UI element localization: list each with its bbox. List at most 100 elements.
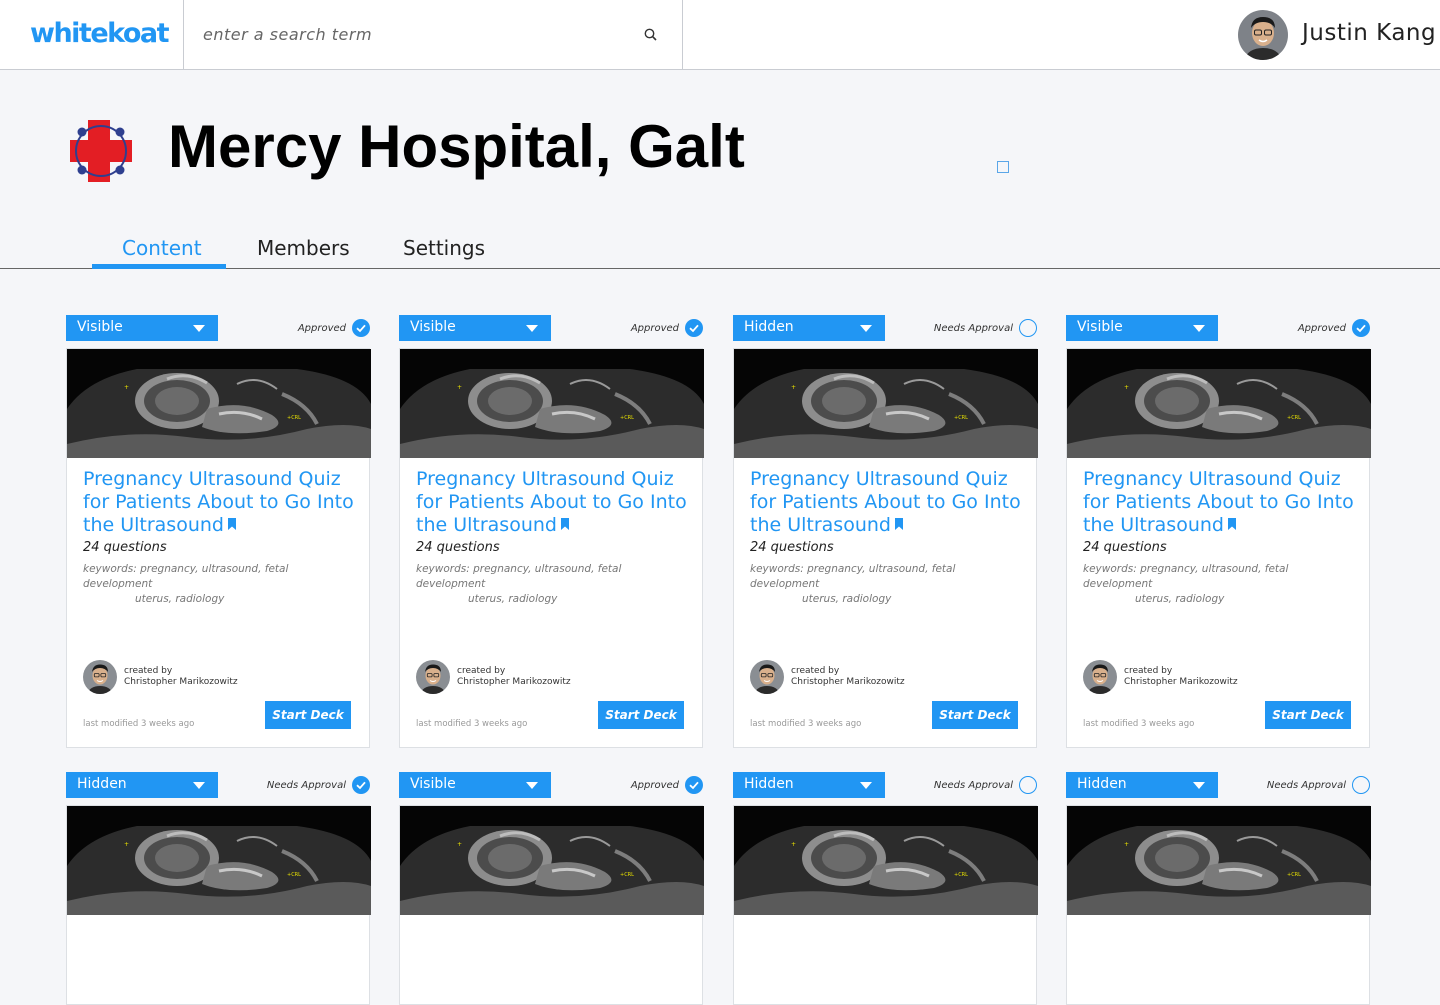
chevron-down-icon bbox=[860, 782, 872, 789]
card-title[interactable]: Pregnancy Ultrasound Quiz for Patients A… bbox=[1083, 468, 1363, 537]
start-deck-button[interactable]: Start Deck bbox=[932, 701, 1018, 729]
check-circle-icon[interactable] bbox=[685, 319, 703, 337]
card-body[interactable]: + +CRL bbox=[66, 805, 371, 1005]
visibility-value: Visible bbox=[1077, 319, 1123, 335]
visibility-value: Hidden bbox=[744, 776, 794, 792]
chevron-down-icon bbox=[1193, 782, 1205, 789]
ultrasound-thumbnail[interactable]: + +CRL bbox=[734, 349, 1038, 458]
visibility-dropdown[interactable]: Hidden bbox=[733, 315, 885, 341]
approval-status[interactable]: Needs Approval bbox=[1267, 775, 1370, 795]
creator-name[interactable]: Christopher Marikozowitz bbox=[791, 677, 905, 687]
tab-settings[interactable]: Settings bbox=[403, 236, 485, 260]
ultrasound-thumbnail[interactable]: + +CRL bbox=[400, 806, 704, 915]
visibility-dropdown[interactable]: Visible bbox=[1066, 315, 1218, 341]
card-body[interactable]: + +CRL Pregnancy Ultrasound Quiz for Pat… bbox=[66, 348, 371, 748]
creator-avatar[interactable] bbox=[416, 660, 450, 694]
card-body[interactable]: + +CRL bbox=[733, 805, 1038, 1005]
creator-name[interactable]: Christopher Marikozowitz bbox=[1124, 677, 1238, 687]
bookmark-icon[interactable] bbox=[227, 518, 236, 530]
start-deck-button[interactable]: Start Deck bbox=[1265, 701, 1351, 729]
approval-status[interactable]: Approved bbox=[298, 318, 370, 338]
check-circle-icon[interactable] bbox=[352, 776, 370, 794]
square-checkbox[interactable] bbox=[997, 161, 1009, 173]
approval-label: Approved bbox=[630, 322, 679, 334]
creator-name[interactable]: Christopher Marikozowitz bbox=[457, 677, 571, 687]
check-circle-icon[interactable] bbox=[685, 776, 703, 794]
whitekoat-logo[interactable]: whitekoat bbox=[30, 18, 170, 49]
check-circle-icon[interactable] bbox=[1352, 319, 1370, 337]
svg-text:+CRL: +CRL bbox=[287, 872, 301, 878]
visibility-dropdown[interactable]: Visible bbox=[66, 315, 218, 341]
start-deck-button[interactable]: Start Deck bbox=[598, 701, 684, 729]
created-by-label: created by bbox=[124, 666, 173, 676]
card-body[interactable]: + +CRL bbox=[1066, 805, 1371, 1005]
card-title[interactable]: Pregnancy Ultrasound Quiz for Patients A… bbox=[416, 468, 696, 537]
search-icon[interactable] bbox=[640, 24, 662, 46]
card-title-text[interactable]: Pregnancy Ultrasound Quiz for Patients A… bbox=[750, 468, 1021, 536]
start-deck-button[interactable]: Start Deck bbox=[265, 701, 351, 729]
ultrasound-thumbnail[interactable]: + +CRL bbox=[1067, 806, 1371, 915]
creator-avatar[interactable] bbox=[1083, 660, 1117, 694]
svg-text:+: + bbox=[791, 841, 796, 848]
bookmark-icon[interactable] bbox=[894, 518, 903, 530]
card-title-text[interactable]: Pregnancy Ultrasound Quiz for Patients A… bbox=[83, 468, 354, 536]
check-circle-icon[interactable] bbox=[352, 319, 370, 337]
approval-status[interactable]: Needs Approval bbox=[934, 775, 1037, 795]
visibility-value: Visible bbox=[410, 776, 456, 792]
keywords-line: uterus, radiology bbox=[1135, 593, 1225, 605]
visibility-value: Hidden bbox=[1077, 776, 1127, 792]
creator-name[interactable]: Christopher Marikozowitz bbox=[124, 677, 238, 687]
chevron-down-icon bbox=[193, 782, 205, 789]
bookmark-icon[interactable] bbox=[560, 518, 569, 530]
approval-status[interactable]: Approved bbox=[631, 318, 703, 338]
question-count: 24 questions bbox=[416, 540, 500, 555]
question-count: 24 questions bbox=[750, 540, 834, 555]
empty-circle-icon[interactable] bbox=[1019, 776, 1037, 794]
ultrasound-thumbnail[interactable]: + +CRL bbox=[67, 806, 371, 915]
approval-status[interactable]: Needs Approval bbox=[934, 318, 1037, 338]
approval-label: Needs Approval bbox=[933, 322, 1013, 334]
ultrasound-thumbnail[interactable]: + +CRL bbox=[400, 349, 704, 458]
approval-label: Needs Approval bbox=[933, 779, 1013, 791]
empty-circle-icon[interactable] bbox=[1352, 776, 1370, 794]
visibility-dropdown[interactable]: Hidden bbox=[733, 772, 885, 798]
card-title-text[interactable]: Pregnancy Ultrasound Quiz for Patients A… bbox=[1083, 468, 1354, 536]
ultrasound-thumbnail[interactable]: + +CRL bbox=[734, 806, 1038, 915]
card-title[interactable]: Pregnancy Ultrasound Quiz for Patients A… bbox=[83, 468, 363, 537]
card-body[interactable]: + +CRL Pregnancy Ultrasound Quiz for Pat… bbox=[1066, 348, 1371, 748]
approval-status[interactable]: Approved bbox=[631, 775, 703, 795]
card-title[interactable]: Pregnancy Ultrasound Quiz for Patients A… bbox=[750, 468, 1030, 537]
creator-avatar[interactable] bbox=[750, 660, 784, 694]
approval-status[interactable]: Needs Approval bbox=[267, 775, 370, 795]
card-body[interactable]: + +CRL bbox=[399, 805, 704, 1005]
keywords-line: keywords: pregnancy, ultrasound, fetal d… bbox=[750, 563, 956, 590]
bookmark-icon[interactable] bbox=[1227, 518, 1236, 530]
search-input[interactable] bbox=[184, 0, 644, 69]
hospital-logo bbox=[70, 120, 132, 182]
ultrasound-thumbnail[interactable]: + +CRL bbox=[1067, 349, 1371, 458]
card-body[interactable]: + +CRL Pregnancy Ultrasound Quiz for Pat… bbox=[399, 348, 704, 748]
approval-label: Approved bbox=[297, 322, 346, 334]
svg-text:+: + bbox=[791, 384, 796, 391]
ultrasound-thumbnail[interactable]: + +CRL bbox=[67, 349, 371, 458]
visibility-dropdown[interactable]: Hidden bbox=[1066, 772, 1218, 798]
empty-circle-icon[interactable] bbox=[1019, 319, 1037, 337]
user-avatar[interactable] bbox=[1238, 10, 1288, 60]
visibility-dropdown[interactable]: Visible bbox=[399, 772, 551, 798]
visibility-dropdown[interactable]: Hidden bbox=[66, 772, 218, 798]
chevron-down-icon bbox=[526, 782, 538, 789]
card-body[interactable]: + +CRL Pregnancy Ultrasound Quiz for Pat… bbox=[733, 348, 1038, 748]
approval-status[interactable]: Approved bbox=[1298, 318, 1370, 338]
tab-content[interactable]: Content bbox=[122, 236, 202, 260]
creator-avatar[interactable] bbox=[83, 660, 117, 694]
keywords-line: uterus, radiology bbox=[468, 593, 558, 605]
visibility-dropdown[interactable]: Visible bbox=[399, 315, 551, 341]
created-by-label: created by bbox=[457, 666, 506, 676]
keywords: keywords: pregnancy, ultrasound, fetal d… bbox=[416, 562, 686, 607]
user-name[interactable]: Justin Kang bbox=[1302, 20, 1436, 46]
svg-text:+CRL: +CRL bbox=[620, 872, 634, 878]
active-tab-indicator bbox=[92, 264, 226, 269]
card-title-text[interactable]: Pregnancy Ultrasound Quiz for Patients A… bbox=[416, 468, 687, 536]
tab-members[interactable]: Members bbox=[257, 236, 350, 260]
svg-text:+CRL: +CRL bbox=[954, 872, 968, 878]
